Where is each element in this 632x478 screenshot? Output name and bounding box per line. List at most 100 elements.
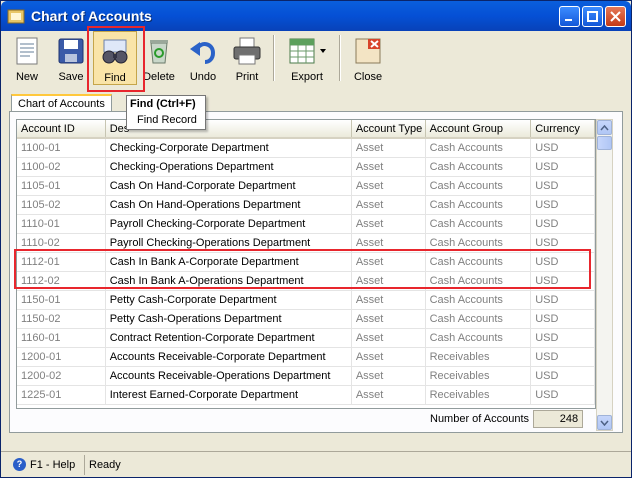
export-label: Export <box>291 71 323 83</box>
cell-description[interactable]: Petty Cash-Operations Department <box>105 310 352 328</box>
table-row[interactable]: 1225-01 Interest Earned-Corporate Departm… <box>17 386 595 405</box>
cell-account-id[interactable]: 1105-02 <box>17 196 106 214</box>
table-row[interactable]: 1150-01 Petty Cash-Corporate Department As… <box>17 291 595 310</box>
table-row[interactable]: 1200-01 Accounts Receivable-Corporate Dep… <box>17 348 595 367</box>
cell-account-type[interactable]: Asset <box>352 177 426 195</box>
cell-description[interactable]: Cash On Hand-Corporate Department <box>105 177 352 195</box>
cell-account-type[interactable]: Asset <box>352 291 426 309</box>
column-header-account-group[interactable]: Account Group <box>426 120 532 137</box>
cell-account-type[interactable]: Asset <box>352 196 426 214</box>
minimize-button[interactable] <box>559 6 580 27</box>
cell-account-id[interactable]: 1100-01 <box>17 139 106 157</box>
new-button[interactable]: New <box>5 31 49 85</box>
cell-account-type[interactable]: Asset <box>352 139 426 157</box>
cell-account-id[interactable]: 1150-01 <box>17 291 106 309</box>
cell-account-id[interactable]: 1110-01 <box>17 215 106 233</box>
rows-highlight-box <box>14 249 591 289</box>
cell-account-type[interactable]: Asset <box>352 329 426 347</box>
new-label: New <box>15 71 38 83</box>
cell-account-type[interactable]: Asset <box>352 215 426 233</box>
scroll-up-button[interactable] <box>597 120 612 135</box>
toolbar-separator <box>339 35 341 81</box>
tooltip-title: Find (Ctrl+F) <box>130 98 196 110</box>
print-button[interactable]: Print <box>225 31 269 85</box>
cell-account-type[interactable]: Asset <box>352 386 426 404</box>
cell-account-id[interactable]: 1160-01 <box>17 329 106 347</box>
export-button[interactable]: Export <box>279 31 335 85</box>
cell-description[interactable]: Contract Retention-Corporate Department <box>105 329 352 347</box>
cell-account-group[interactable]: Receivables <box>426 348 532 366</box>
table-row[interactable]: 1100-01 Checking-Corporate Department Asse… <box>17 139 595 158</box>
new-document-icon <box>16 37 38 65</box>
cell-currency[interactable]: USD <box>531 215 595 233</box>
table-row[interactable]: 1105-01 Cash On Hand-Corporate Department… <box>17 177 595 196</box>
table-row[interactable]: 1110-01 Payroll Checking-Corporate Depart… <box>17 215 595 234</box>
scroll-down-button[interactable] <box>597 415 612 430</box>
maximize-icon <box>587 11 598 22</box>
cell-description[interactable]: Interest Earned-Corporate Department <box>105 386 352 404</box>
chevron-down-icon[interactable] <box>319 47 327 55</box>
cell-currency[interactable]: USD <box>531 367 595 385</box>
column-header-account-type[interactable]: Account Type <box>352 120 426 137</box>
cell-account-group[interactable]: Cash Accounts <box>426 177 532 195</box>
cell-account-id[interactable]: 1200-02 <box>17 367 106 385</box>
cell-account-group[interactable]: Cash Accounts <box>426 291 532 309</box>
column-header-account-id[interactable]: Account ID <box>17 120 106 137</box>
printer-icon <box>233 37 261 65</box>
save-label: Save <box>58 71 84 83</box>
cell-account-group[interactable]: Cash Accounts <box>426 329 532 347</box>
cell-description[interactable]: Petty Cash-Corporate Department <box>105 291 352 309</box>
minimize-icon <box>565 19 572 21</box>
cell-currency[interactable]: USD <box>531 158 595 176</box>
cell-account-type[interactable]: Asset <box>352 158 426 176</box>
cell-account-id[interactable]: 1150-02 <box>17 310 106 328</box>
cell-account-id[interactable]: 1225-01 <box>17 386 106 404</box>
cell-account-group[interactable]: Receivables <box>426 367 532 385</box>
close-button[interactable]: Close <box>345 31 391 85</box>
status-bar: ? F1 - Help Ready <box>1 451 631 477</box>
table-row[interactable]: 1100-02 Checking-Operations Department Ass… <box>17 158 595 177</box>
cell-account-type[interactable]: Asset <box>352 348 426 366</box>
cell-currency[interactable]: USD <box>531 196 595 214</box>
table-row[interactable]: 1150-02 Petty Cash-Operations Department A… <box>17 310 595 329</box>
help-section[interactable]: ? F1 - Help <box>1 454 85 475</box>
cell-account-group[interactable]: Cash Accounts <box>426 215 532 233</box>
cell-description[interactable]: Checking-Corporate Department <box>105 139 352 157</box>
scroll-thumb[interactable] <box>597 136 612 150</box>
close-window-button[interactable] <box>605 6 626 27</box>
cell-description[interactable]: Accounts Receivable-Corporate Department <box>105 348 352 366</box>
cell-account-group[interactable]: Receivables <box>426 386 532 404</box>
cell-account-id[interactable]: 1105-01 <box>17 177 106 195</box>
cell-account-group[interactable]: Cash Accounts <box>426 310 532 328</box>
cell-account-id[interactable]: 1100-02 <box>17 158 106 176</box>
cell-currency[interactable]: USD <box>531 310 595 328</box>
cell-description[interactable]: Accounts Receivable-Operations Departmen… <box>105 367 352 385</box>
cell-account-group[interactable]: Cash Accounts <box>426 139 532 157</box>
grid-header: Account ID Des Account Type Account Grou… <box>17 120 595 139</box>
cell-currency[interactable]: USD <box>531 386 595 404</box>
table-row[interactable]: 1200-02 Accounts Receivable-Operations De… <box>17 367 595 386</box>
cell-currency[interactable]: USD <box>531 177 595 195</box>
cell-account-type[interactable]: Asset <box>352 310 426 328</box>
cell-currency[interactable]: USD <box>531 139 595 157</box>
tab-chart-of-accounts[interactable]: Chart of Accounts <box>11 94 112 112</box>
cell-account-type[interactable]: Asset <box>352 367 426 385</box>
cell-account-id[interactable]: 1200-01 <box>17 348 106 366</box>
cell-description[interactable]: Checking-Operations Department <box>105 158 352 176</box>
cell-account-group[interactable]: Cash Accounts <box>426 196 532 214</box>
column-header-currency[interactable]: Currency <box>531 120 595 137</box>
cell-currency[interactable]: USD <box>531 291 595 309</box>
cell-currency[interactable]: USD <box>531 329 595 347</box>
undo-button[interactable]: Undo <box>181 31 225 85</box>
table-row[interactable]: 1160-01 Contract Retention-Corporate Depa… <box>17 329 595 348</box>
maximize-button[interactable] <box>582 6 603 27</box>
account-count-value: 248 <box>533 410 584 428</box>
cell-account-group[interactable]: Cash Accounts <box>426 158 532 176</box>
cell-description[interactable]: Payroll Checking-Corporate Department <box>105 215 352 233</box>
undo-arrow-icon <box>190 42 216 64</box>
cell-description[interactable]: Cash On Hand-Operations Department <box>105 196 352 214</box>
close-label: Close <box>353 71 383 83</box>
table-row[interactable]: 1105-02 Cash On Hand-Operations Departmen… <box>17 196 595 215</box>
vertical-scrollbar[interactable] <box>596 119 613 431</box>
cell-currency[interactable]: USD <box>531 348 595 366</box>
